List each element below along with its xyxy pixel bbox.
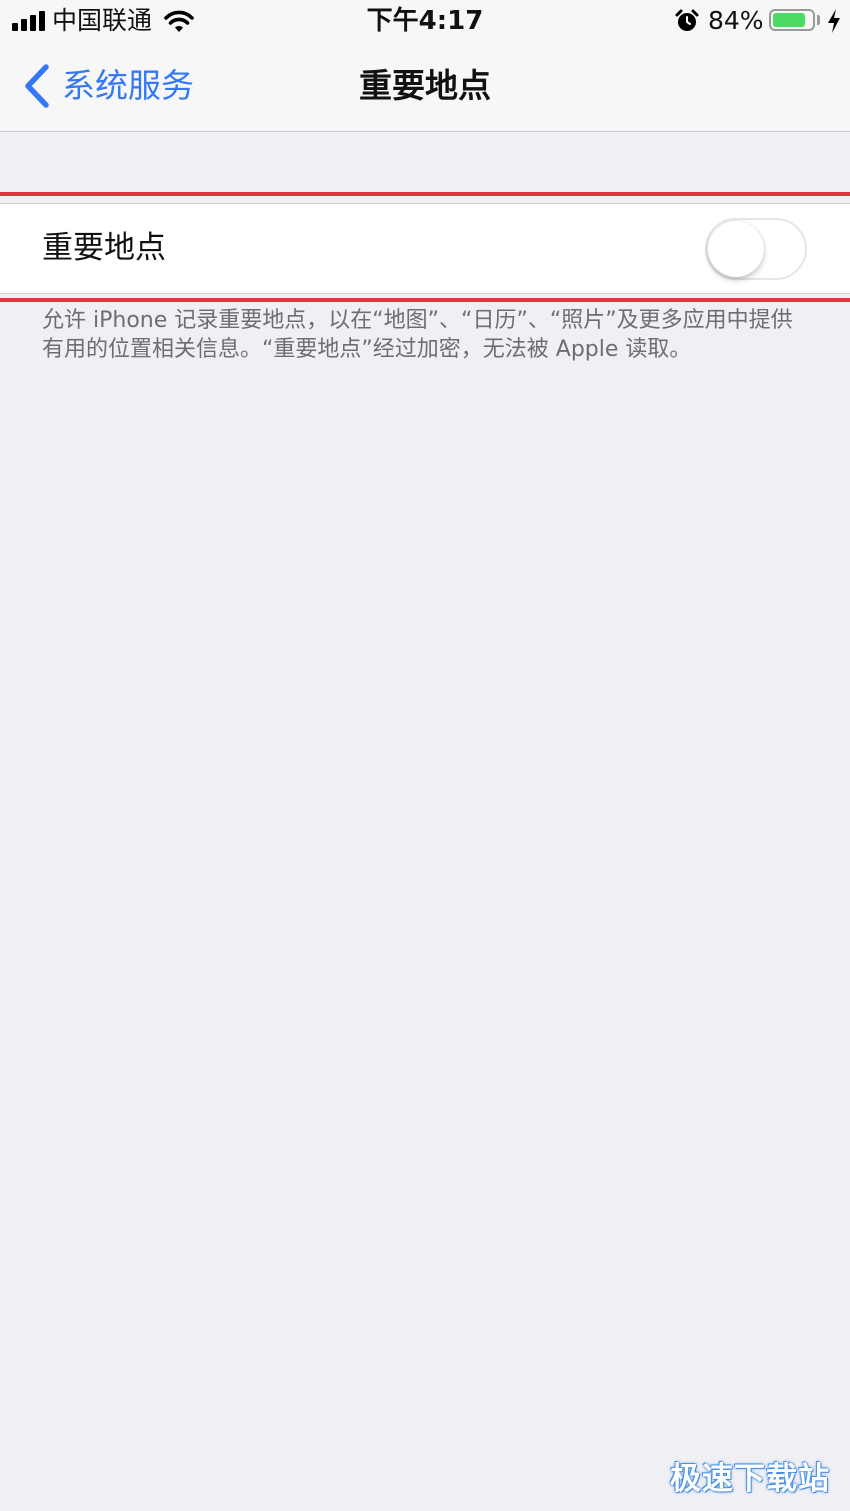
toggle-knob bbox=[708, 221, 764, 277]
significant-locations-label: 重要地点 bbox=[42, 230, 166, 266]
navigation-bar: 系统服务 重要地点 bbox=[0, 44, 850, 132]
battery-percent: 84% bbox=[708, 6, 764, 35]
status-bar: 中国联通 下午4:17 84% bbox=[0, 0, 850, 44]
significant-locations-toggle[interactable] bbox=[705, 218, 807, 280]
page-title: 重要地点 bbox=[359, 66, 491, 105]
section-footer-description: 允许 iPhone 记录重要地点，以在“地图”、“日历”、“照片”及更多应用中提… bbox=[42, 308, 793, 362]
battery-level-fill bbox=[773, 13, 805, 27]
highlight-line-top bbox=[0, 192, 850, 196]
alarm-icon bbox=[675, 9, 699, 31]
watermark: 极速下载站 bbox=[670, 1461, 830, 1497]
highlight-line-bottom bbox=[0, 298, 850, 302]
battery-icon bbox=[769, 9, 815, 31]
battery-cap bbox=[817, 15, 820, 25]
settings-group: 重要地点 bbox=[0, 203, 850, 294]
charging-icon bbox=[828, 9, 840, 33]
